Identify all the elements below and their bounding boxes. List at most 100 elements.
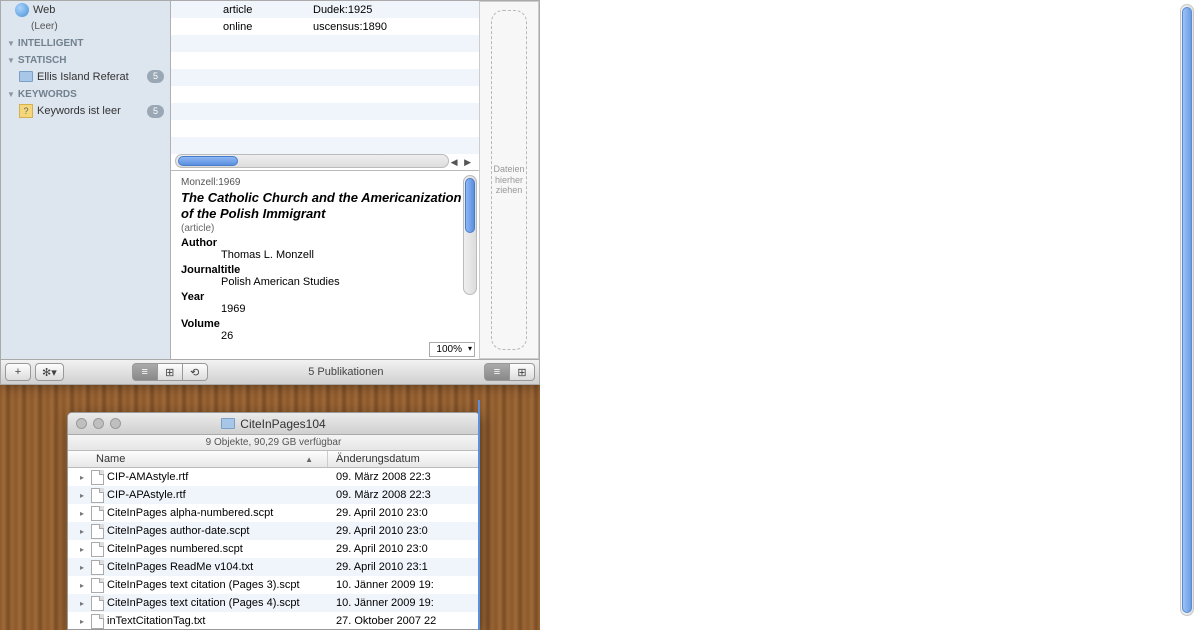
pub-key: uscensus:1890 bbox=[313, 21, 453, 33]
file-row[interactable]: ▸ CiteInPages text citation (Pages 4).scp… bbox=[68, 594, 479, 612]
sidebar-item-keywords-empty[interactable]: ? Keywords ist leer 5 bbox=[1, 102, 170, 120]
disclosure-triangle-icon: ▸ bbox=[80, 581, 88, 590]
document-icon bbox=[91, 524, 104, 539]
publication-row[interactable] bbox=[171, 35, 479, 52]
file-date: 10. Jänner 2009 19: bbox=[328, 597, 479, 609]
disclosure-triangle-icon: ▸ bbox=[80, 599, 88, 608]
disclosure-triangle-icon: ▸ bbox=[80, 617, 88, 626]
disclosure-triangle-icon: ▼ bbox=[7, 90, 15, 99]
scrollbar-thumb[interactable] bbox=[1182, 7, 1192, 613]
detail-type: (article) bbox=[181, 223, 469, 234]
file-row[interactable]: ▸ inTextCitationTag.txt 27. Oktober 2007 2… bbox=[68, 612, 479, 630]
pub-type: online bbox=[223, 21, 313, 33]
window-title: CiteInPages104 bbox=[68, 417, 479, 431]
document-icon bbox=[91, 470, 104, 485]
detail-grid-button[interactable]: ⊞ bbox=[509, 363, 535, 381]
folder-icon bbox=[221, 418, 235, 429]
disclosure-triangle-icon: ▸ bbox=[80, 545, 88, 554]
publication-row[interactable] bbox=[171, 103, 479, 120]
value-year: 1969 bbox=[181, 303, 469, 315]
action-gear-button[interactable]: ✻▾ bbox=[35, 363, 64, 381]
list-view-button[interactable]: ≡ bbox=[132, 363, 158, 381]
publications-list[interactable]: articleDudek:1925onlineuscensus:1890 ◀ ▶ bbox=[171, 1, 479, 171]
file-row[interactable]: ▸CiteInPages numbered.scpt29. April 2010… bbox=[68, 540, 479, 558]
disclosure-triangle-icon: ▼ bbox=[7, 56, 15, 65]
titlebar[interactable]: CiteInPages104 bbox=[68, 413, 479, 435]
disclosure-triangle-icon: ▼ bbox=[7, 39, 15, 48]
publication-row[interactable] bbox=[171, 69, 479, 86]
zoom-select[interactable]: 100% bbox=[429, 342, 475, 357]
file-name: CiteInPages text citation (Pages 3).scpt bbox=[107, 579, 300, 591]
file-row[interactable]: ▸CiteInPages author-date.scpt29. April 2… bbox=[68, 522, 479, 540]
file-row[interactable]: ▸ CIP-AMAstyle.rtf 09. März 2008 22:3 bbox=[68, 468, 479, 486]
publication-row[interactable] bbox=[171, 52, 479, 69]
column-headers: Name ▲ Änderungsdatum bbox=[68, 451, 479, 468]
disclosure-triangle-icon: ▸ bbox=[80, 473, 88, 482]
publication-row[interactable] bbox=[171, 137, 479, 154]
info-bar: 9 Objekte, 90,29 GB verfügbar bbox=[68, 435, 479, 451]
file-date: 29. April 2010 23:0 bbox=[328, 543, 479, 555]
detail-citekey: Monzell:1969 bbox=[181, 177, 469, 188]
file-name: CIP-AMAstyle.rtf bbox=[107, 471, 188, 483]
detail-pane: Monzell:1969 The Catholic Church and the… bbox=[171, 171, 479, 359]
disclosure-triangle-icon: ▸ bbox=[80, 509, 88, 518]
document-icon bbox=[91, 542, 104, 557]
scrollbar-thumb[interactable] bbox=[178, 156, 238, 166]
sidebar-header-keywords[interactable]: ▼ KEYWORDS bbox=[1, 85, 170, 102]
document-icon bbox=[91, 560, 104, 575]
view-mode-right: ≡ ⊞ bbox=[484, 363, 535, 381]
scroll-arrows[interactable]: ◀ ▶ bbox=[451, 157, 473, 168]
sidebar-header-intelligent[interactable]: ▼ INTELLIGENT bbox=[1, 34, 170, 51]
label-author: Author bbox=[181, 237, 469, 249]
refresh-button[interactable]: ⟲ bbox=[182, 363, 208, 381]
grid-view-button[interactable]: ⊞ bbox=[157, 363, 183, 381]
file-row[interactable]: ▸CIP-APAstyle.rtf09. März 2008 22:3 bbox=[68, 486, 479, 504]
label-journal: Journaltitle bbox=[181, 264, 469, 276]
question-icon: ? bbox=[19, 104, 33, 118]
sidebar-item-web[interactable]: Web bbox=[1, 1, 170, 19]
publication-row[interactable]: onlineuscensus:1890 bbox=[171, 18, 479, 35]
sidebar-web-empty: (Leer) bbox=[1, 19, 170, 34]
vertical-scrollbar[interactable] bbox=[1180, 4, 1194, 616]
finder-window: CiteInPages104 9 Objekte, 90,29 GB verfü… bbox=[67, 412, 480, 630]
column-header-date[interactable]: Änderungsdatum bbox=[328, 451, 479, 467]
ruler-guide bbox=[478, 400, 480, 630]
file-name: CiteInPages alpha-numbered.scpt bbox=[107, 507, 273, 519]
sidebar-label-web: Web bbox=[33, 4, 55, 16]
view-mode-left: ≡ ⊞ ⟲ bbox=[132, 363, 208, 381]
scrollbar-thumb[interactable] bbox=[465, 178, 475, 233]
file-date: 29. April 2010 23:0 bbox=[328, 525, 479, 537]
file-row[interactable]: ▸ CiteInPages alpha-numbered.scpt 29. Apri… bbox=[68, 504, 479, 522]
publication-row[interactable] bbox=[171, 86, 479, 103]
file-date: 27. Oktober 2007 22 bbox=[328, 615, 479, 627]
file-row[interactable]: ▸ CiteInPages text citation (Pages 3).scp… bbox=[68, 576, 479, 594]
publication-row[interactable]: articleDudek:1925 bbox=[171, 1, 479, 18]
vertical-scrollbar[interactable] bbox=[463, 175, 477, 295]
label-volume: Volume bbox=[181, 318, 469, 330]
status-bar: + ✻▾ ≡ ⊞ ⟲ 5 Publikationen ≡ ⊞ bbox=[1, 359, 539, 384]
file-date: 09. März 2008 22:3 bbox=[328, 471, 479, 483]
detail-list-button[interactable]: ≡ bbox=[484, 363, 510, 381]
document-icon bbox=[91, 506, 104, 521]
file-date: 29. April 2010 23:0 bbox=[328, 507, 479, 519]
count-badge: 5 bbox=[147, 70, 164, 83]
document-icon bbox=[91, 578, 104, 593]
count-badge: 5 bbox=[147, 105, 164, 118]
pub-key: Dudek:1925 bbox=[313, 4, 453, 16]
sidebar-header-statisch[interactable]: ▼ STATISCH bbox=[1, 51, 170, 68]
file-row[interactable]: ▸CiteInPages ReadMe v104.txt29. April 20… bbox=[68, 558, 479, 576]
detail-title: The Catholic Church and the Americanizat… bbox=[181, 190, 469, 221]
horizontal-scrollbar[interactable] bbox=[175, 154, 449, 168]
file-date: 09. März 2008 22:3 bbox=[328, 489, 479, 501]
file-name: CIP-APAstyle.rtf bbox=[107, 489, 186, 501]
file-name: inTextCitationTag.txt bbox=[107, 615, 205, 627]
publication-row[interactable] bbox=[171, 120, 479, 137]
file-drop-zone[interactable]: Dateien hierher ziehen bbox=[479, 1, 539, 359]
file-name: CiteInPages text citation (Pages 4).scpt bbox=[107, 597, 300, 609]
column-header-name[interactable]: Name ▲ bbox=[68, 451, 328, 467]
file-date: 10. Jänner 2009 19: bbox=[328, 579, 479, 591]
value-journal: Polish American Studies bbox=[181, 276, 469, 288]
add-button[interactable]: + bbox=[5, 363, 31, 381]
disclosure-triangle-icon: ▸ bbox=[80, 527, 88, 536]
sidebar-item-ellis-island[interactable]: Ellis Island Referat 5 bbox=[1, 68, 170, 85]
